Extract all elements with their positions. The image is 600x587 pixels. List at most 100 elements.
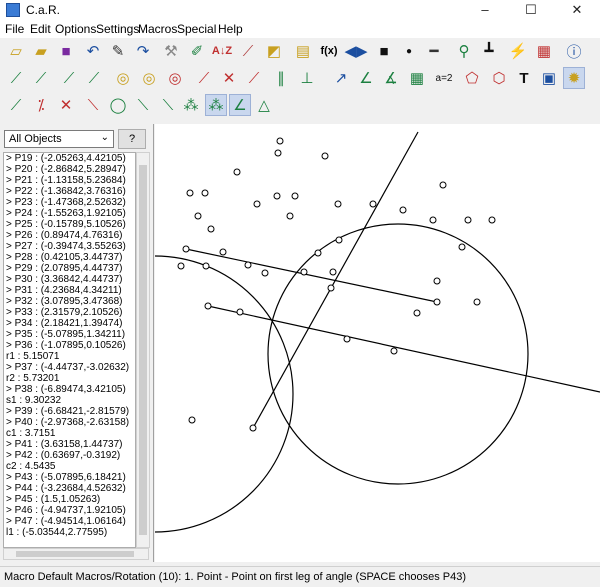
list-item[interactable]: > P39 : (-6.68421,-2.81579) — [4, 406, 135, 417]
circle-icon[interactable]: ◎ — [112, 67, 134, 89]
fill-icon[interactable]: ■ — [373, 40, 395, 62]
expression-icon[interactable]: a=2 — [433, 67, 455, 89]
function-plot-icon[interactable]: ▦ — [406, 67, 428, 89]
axes-icon[interactable]: ┻ — [478, 40, 500, 62]
angle3-icon[interactable]: ∠ — [229, 94, 251, 116]
list-item[interactable]: > P25 : (-0.15789,5.10526) — [4, 219, 135, 230]
point[interactable] — [177, 262, 185, 270]
open-icon[interactable]: ▰ — [30, 40, 52, 62]
point[interactable] — [286, 212, 294, 220]
animate-icon[interactable]: ⁂ — [205, 94, 227, 116]
text-icon[interactable]: T — [513, 67, 535, 89]
list-item[interactable]: > P26 : (0.89474,4.76316) — [4, 230, 135, 241]
hide-icon[interactable]: ⚒ — [160, 40, 182, 62]
save-icon[interactable]: ■ — [55, 40, 77, 62]
angle-icon[interactable]: ∠ — [355, 67, 377, 89]
list-item[interactable]: > P29 : (2.07895,4.44737) — [4, 263, 135, 274]
menu-file[interactable]: File — [5, 22, 24, 36]
point[interactable] — [300, 268, 308, 276]
fixed-segment-icon[interactable]: ⟋ — [193, 67, 215, 89]
list-item[interactable]: c1 : 3.7151 — [4, 428, 135, 439]
list-item[interactable]: > P33 : (2.31579,2.10526) — [4, 307, 135, 318]
circle2-icon[interactable]: ◎ — [138, 67, 160, 89]
point-on-icon[interactable]: ⟋ — [5, 94, 27, 116]
new-icon[interactable]: ▱ — [5, 40, 27, 62]
circle-c2[interactable] — [267, 223, 529, 485]
point[interactable] — [236, 308, 244, 316]
menu-edit[interactable]: Edit — [30, 22, 51, 36]
list-item[interactable]: r1 : 5.15071 — [4, 351, 135, 362]
point[interactable] — [369, 200, 377, 208]
point[interactable] — [204, 302, 212, 310]
redo-icon[interactable]: ↷ — [132, 40, 154, 62]
list-item[interactable]: > P47 : (-4.94514,1.06164) — [4, 516, 135, 527]
object-filter-select[interactable]: All Objects ⌄ — [4, 130, 114, 148]
menu-help[interactable]: Help — [218, 22, 243, 36]
segment-icon[interactable]: ⟋ — [5, 67, 27, 89]
point[interactable] — [433, 277, 441, 285]
scroll-thumb[interactable] — [139, 165, 147, 535]
list-item[interactable]: > P30 : (3.36842,4.44737) — [4, 274, 135, 285]
menu-macros[interactable]: Macros — [138, 22, 177, 36]
list-item[interactable]: > P44 : (-3.23684,4.52632) — [4, 483, 135, 494]
tangent-icon[interactable]: ⟍ — [132, 94, 154, 116]
point[interactable] — [194, 212, 202, 220]
list-item[interactable]: > P42 : (0.63697,-0.3192) — [4, 450, 135, 461]
list-item[interactable]: > P43 : (-5.07895,6.18421) — [4, 472, 135, 483]
horizontal-scrollbar[interactable] — [3, 548, 149, 560]
ray-icon[interactable]: ⟋ — [58, 67, 80, 89]
point[interactable] — [276, 137, 284, 145]
point[interactable] — [321, 152, 329, 160]
object-list[interactable]: > P19 : (-2.05263,4.42105) > P20 : (-2.86… — [3, 152, 136, 548]
point[interactable] — [433, 298, 441, 306]
point[interactable] — [458, 243, 466, 251]
list-item[interactable]: > P24 : (-1.55263,1.92105) — [4, 208, 135, 219]
menu-settings[interactable]: Settings — [96, 22, 139, 36]
palette-icon[interactable]: ▦ — [533, 40, 555, 62]
list-item[interactable]: c2 : 4.5435 — [4, 461, 135, 472]
parallel-icon[interactable]: ∥ — [270, 67, 292, 89]
point[interactable] — [202, 262, 210, 270]
info-icon[interactable]: ⓘ — [563, 40, 585, 62]
point[interactable] — [473, 298, 481, 306]
point[interactable] — [327, 284, 335, 292]
list-item[interactable]: s1 : 9.30232 — [4, 395, 135, 406]
undo-icon[interactable]: ↶ — [82, 40, 104, 62]
list-item[interactable]: > P35 : (-5.07895,1.34211) — [4, 329, 135, 340]
list-item[interactable]: > P31 : (4.23684,4.34211) — [4, 285, 135, 296]
angle2-icon[interactable]: ∡ — [380, 67, 402, 89]
segment2-icon[interactable]: ⟍ — [82, 94, 104, 116]
point[interactable] — [201, 189, 209, 197]
fix-icon[interactable]: ⟋ — [237, 40, 259, 62]
delete-icon[interactable]: ✎ — [107, 40, 129, 62]
list-item[interactable]: l1 : (-5.03544,2.77595) — [4, 527, 135, 538]
geometry-drawing[interactable] — [16, 124, 600, 562]
point[interactable] — [188, 416, 196, 424]
vertical-scrollbar[interactable] — [136, 152, 150, 548]
point[interactable] — [291, 192, 299, 200]
point2-icon[interactable]: ⁒ — [30, 94, 52, 116]
point[interactable] — [219, 248, 227, 256]
intersect-icon[interactable]: ✕ — [218, 67, 240, 89]
point[interactable] — [186, 189, 194, 197]
macro-run-icon[interactable]: ✹ — [563, 67, 585, 89]
point[interactable] — [334, 200, 342, 208]
point[interactable] — [249, 424, 257, 432]
scroll-thumb[interactable] — [16, 551, 134, 557]
sort-icon[interactable]: A↓Z — [211, 40, 233, 62]
list-item[interactable]: > P34 : (2.18421,1.39474) — [4, 318, 135, 329]
menu-options[interactable]: Options — [55, 22, 96, 36]
point[interactable] — [329, 268, 337, 276]
list-item[interactable]: > P28 : (0.42105,3.44737) — [4, 252, 135, 263]
point[interactable] — [429, 216, 437, 224]
list-item[interactable]: r2 : 5.73201 — [4, 373, 135, 384]
list-item[interactable]: > P32 : (3.07895,3.47368) — [4, 296, 135, 307]
point[interactable] — [390, 347, 398, 355]
list-item[interactable]: > P36 : (-1.07895,0.10526) — [4, 340, 135, 351]
circle4-icon[interactable]: ◯ — [107, 94, 129, 116]
trace-icon[interactable]: ⟍ — [157, 94, 179, 116]
color-icon[interactable]: ✐ — [186, 40, 208, 62]
construction-canvas[interactable] — [16, 124, 600, 562]
point[interactable] — [274, 149, 282, 157]
list-item[interactable]: > P45 : (1.5,1.05263) — [4, 494, 135, 505]
